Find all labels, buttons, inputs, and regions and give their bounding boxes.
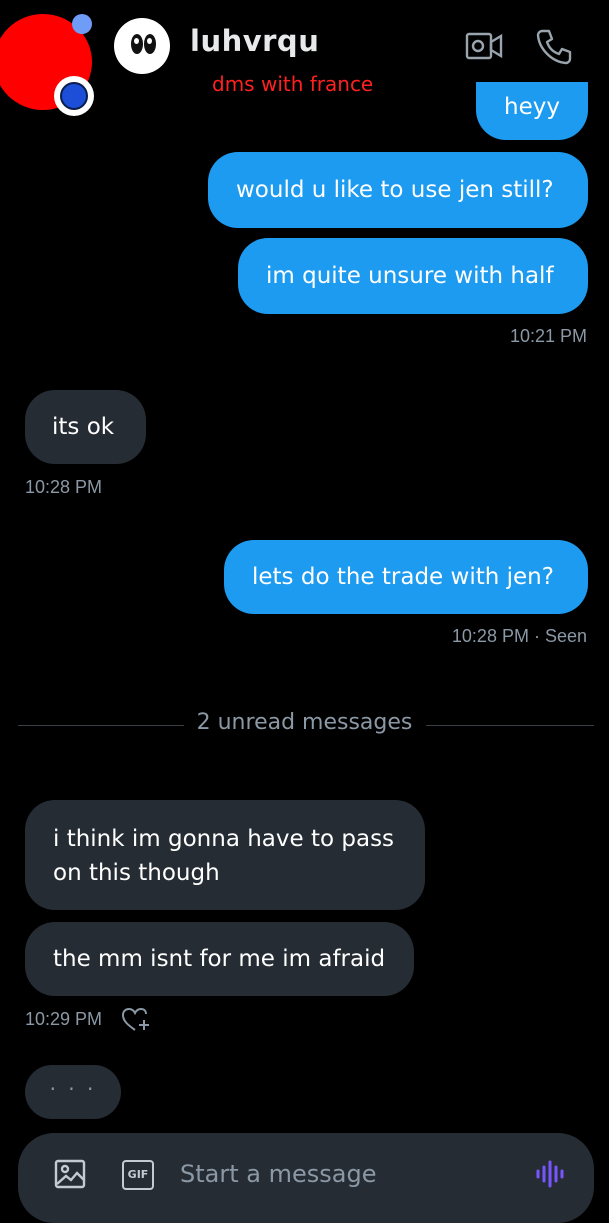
message-bubble-outgoing[interactable]: im quite unsure with half	[238, 238, 588, 314]
secondary-avatar	[54, 76, 94, 116]
message-text: would u like to use jen still?	[236, 177, 554, 203]
divider-line-right	[426, 725, 594, 726]
message-text: its ok	[52, 414, 115, 440]
status-dot	[72, 14, 92, 34]
avatar-eye-right	[144, 34, 156, 54]
image-icon[interactable]	[54, 1158, 86, 1190]
avatar-eye-left	[131, 34, 143, 54]
message-timestamp: 10:28 PM	[25, 477, 103, 497]
message-bubble-outgoing[interactable]: lets do the trade with jen?	[224, 540, 588, 614]
avatar[interactable]	[114, 18, 170, 74]
message-input[interactable]	[180, 1160, 500, 1188]
typing-indicator: · · ·	[25, 1065, 121, 1119]
message-text: lets do the trade with jen?	[252, 564, 554, 590]
message-text: heyy	[504, 94, 560, 120]
message-bubble-incoming[interactable]: the mm isnt for me im afraid	[25, 922, 414, 996]
message-text: the mm isnt for me im afraid	[53, 946, 386, 972]
message-timestamp: 10:29 PM	[25, 1009, 103, 1029]
unread-messages-divider: 2 unread messages	[196, 710, 413, 735]
message-bubble-outgoing[interactable]: heyy	[476, 82, 588, 140]
message-timestamp: 10:21 PM	[509, 326, 587, 346]
message-bubble-incoming[interactable]: its ok	[25, 390, 146, 464]
react-heart-icon[interactable]	[120, 1004, 152, 1034]
phone-icon[interactable]	[534, 26, 574, 66]
conversation-username[interactable]: luhvrqu	[190, 24, 319, 58]
gif-button[interactable]: GIF	[122, 1160, 154, 1190]
message-read-receipt: 10:28 PM · Seen	[451, 626, 587, 646]
message-text: im quite unsure with half	[266, 263, 554, 289]
video-camera-icon[interactable]	[464, 26, 504, 66]
message-text: i think im gonna have to pass on this th…	[53, 826, 395, 886]
handwritten-annotation: dms with france	[212, 72, 374, 96]
message-bubble-outgoing[interactable]: would u like to use jen still?	[208, 152, 588, 228]
voice-message-icon[interactable]	[534, 1158, 566, 1190]
message-bubble-incoming[interactable]: i think im gonna have to pass on this th…	[25, 800, 425, 910]
